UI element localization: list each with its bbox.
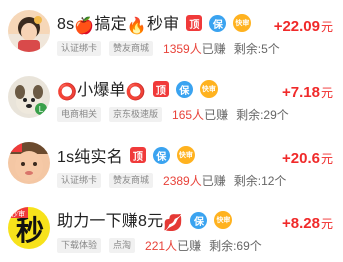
category-tag: 电商相关 — [57, 106, 102, 122]
title-text: 小爆单 — [77, 82, 126, 99]
platform-tag: 赞友商城 — [109, 172, 154, 188]
task-title: 助力一下赚8元💋 — [57, 207, 183, 233]
platform-tag: 赞友商城 — [109, 40, 154, 56]
circle-emoji: ⭕ — [125, 84, 146, 101]
price-unit: 元 — [320, 86, 333, 100]
earned-label: 已赚 — [201, 41, 226, 56]
avatar-corner-label: 秒审 — [11, 209, 25, 218]
reward-price: +22.09元 — [274, 18, 333, 35]
fast-review-badge-icon: 快审 — [176, 146, 195, 164]
earned-count: 165人已赚 — [172, 106, 228, 123]
girl-avatar — [8, 10, 50, 52]
title-text: 搞定 — [94, 16, 127, 33]
platform-tag: 点淘 — [109, 237, 136, 253]
top-badge-icon: 顶 — [152, 81, 169, 97]
task-meta: 电商相关 京东极速版 165人已赚 剩余:29个 — [57, 106, 289, 122]
lips-emoji: 💋 — [163, 215, 184, 232]
task-title: 8s🍎搞定🔥秒审 — [57, 10, 179, 36]
remaining-count: 剩余:5个 — [233, 41, 280, 56]
price-value: +8.28 — [282, 215, 320, 232]
price-value: +22.09 — [273, 18, 320, 35]
task-title-line: ⭕小爆单⭕ 顶 保 快审 — [57, 76, 218, 102]
title-text: 助力一下赚8元 — [57, 213, 164, 230]
earned-label: 已赚 — [177, 238, 202, 253]
fast-review-badge-icon: 快审 — [214, 211, 233, 229]
task-title: ⭕小爆单⭕ — [57, 76, 146, 102]
category-tag: 下载体验 — [57, 237, 102, 253]
dog-avatar: L — [8, 76, 50, 118]
price-value: +7.18 — [282, 84, 320, 101]
price-unit: 元 — [320, 217, 333, 231]
task-title-line: 1s纯实名 顶 保 快审 — [57, 144, 195, 166]
fire-emoji: 🔥 — [126, 18, 147, 35]
svg-text:L: L — [39, 105, 44, 114]
task-meta: 认证绑卡 赞友商城 2389人已赚 剩余:12个 — [57, 172, 286, 188]
earned-label: 已赚 — [201, 173, 226, 188]
circle-emoji: ⭕ — [57, 84, 78, 101]
fast-review-badge-icon: 快审 — [233, 14, 252, 32]
reward-price: +7.18元 — [282, 84, 333, 101]
earned-count: 221人已赚 — [145, 237, 201, 254]
task-title-line: 助力一下赚8元💋 保 快审 — [57, 207, 233, 233]
guarantee-badge-icon: 保 — [152, 146, 170, 164]
platform-tag: 京东极速版 — [109, 106, 163, 122]
price-unit: 元 — [320, 20, 333, 34]
top-badge-icon: 顶 — [186, 15, 203, 31]
child-avatar — [8, 142, 50, 184]
remaining-count: 剩余:12个 — [233, 173, 287, 188]
task-row[interactable]: 1s纯实名 顶 保 快审 认证绑卡 赞友商城 2389人已赚 剩余:12个 +2… — [0, 132, 343, 196]
price-value: +20.6 — [282, 150, 320, 167]
earned-count: 1359人已赚 — [163, 40, 226, 57]
remaining-count: 剩余:69个 — [209, 238, 262, 253]
task-row[interactable]: 秒 秒审 助力一下赚8元💋 保 快审 下载体验 点淘 221人已赚 剩余:69个… — [0, 197, 343, 261]
avatar-glyph: 秒 — [16, 214, 44, 247]
top-badge-icon: 顶 — [129, 147, 146, 163]
guarantee-badge-icon: 保 — [209, 14, 227, 32]
earned-number: 1359人 — [163, 41, 202, 56]
remaining-count: 剩余:29个 — [236, 107, 289, 122]
task-row[interactable]: L ⭕小爆单⭕ 顶 保 快审 电商相关 京东极速版 165人已赚 剩余:29个 … — [0, 66, 343, 130]
miao-avatar: 秒 秒审 — [8, 207, 50, 249]
task-meta: 下载体验 点淘 221人已赚 剩余:69个 — [57, 237, 262, 253]
task-list: 8s🍎搞定🔥秒审 顶 保 快审 认证绑卡 赞友商城 1359人已赚 剩余:5个 … — [0, 0, 343, 262]
title-text: 1s纯实名 — [57, 149, 123, 166]
apple-emoji: 🍎 — [74, 18, 95, 35]
reward-price: +20.6元 — [282, 150, 333, 167]
earned-number: 221人 — [145, 238, 178, 253]
category-tag: 认证绑卡 — [57, 40, 102, 56]
task-meta: 认证绑卡 赞友商城 1359人已赚 剩余:5个 — [57, 40, 280, 56]
guarantee-badge-icon: 保 — [175, 80, 193, 98]
earned-label: 已赚 — [204, 107, 229, 122]
earned-number: 2389人 — [163, 173, 202, 188]
task-row[interactable]: 8s🍎搞定🔥秒审 顶 保 快审 认证绑卡 赞友商城 1359人已赚 剩余:5个 … — [0, 0, 343, 64]
price-unit: 元 — [320, 152, 333, 166]
reward-price: +8.28元 — [282, 215, 333, 232]
task-title-line: 8s🍎搞定🔥秒审 顶 保 快审 — [57, 10, 252, 36]
title-text: 秒审 — [146, 16, 180, 33]
task-title: 1s纯实名 — [57, 143, 123, 167]
category-tag: 认证绑卡 — [57, 172, 102, 188]
fast-review-badge-icon: 快审 — [199, 80, 218, 98]
earned-number: 165人 — [172, 107, 205, 122]
guarantee-badge-icon: 保 — [190, 211, 208, 229]
earned-count: 2389人已赚 — [163, 172, 226, 189]
title-text: 8s — [57, 16, 75, 33]
